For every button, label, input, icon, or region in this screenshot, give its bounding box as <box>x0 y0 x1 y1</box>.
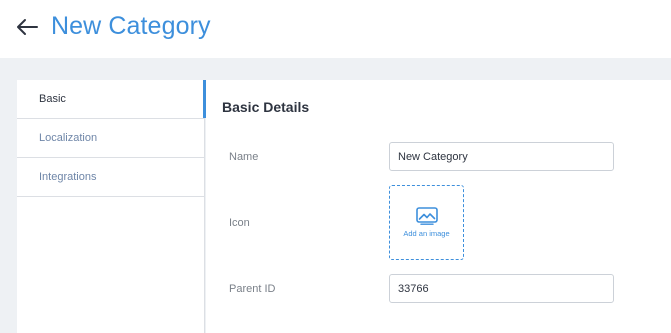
add-image-label: Add an image <box>403 229 450 238</box>
basic-details-panel: Basic Details Name Icon Add an image Par… <box>206 80 671 333</box>
parent-id-field[interactable] <box>389 274 614 303</box>
page-header: New Category <box>0 0 671 58</box>
add-image-button[interactable]: Add an image <box>389 185 464 260</box>
sidebar-item-localization[interactable]: Localization <box>17 119 205 158</box>
section-title: Basic Details <box>222 99 310 115</box>
page-title: New Category <box>51 12 211 40</box>
arrow-left-icon[interactable] <box>15 17 39 37</box>
name-label: Name <box>229 151 259 163</box>
sidebar-item-basic[interactable]: Basic <box>17 80 205 119</box>
icon-label: Icon <box>229 217 250 229</box>
sidebar-item-integrations[interactable]: Integrations <box>17 158 205 197</box>
parent-id-label: Parent ID <box>229 283 276 295</box>
sidebar-item-label: Integrations <box>39 171 97 183</box>
sidebar-item-label: Basic <box>39 93 66 105</box>
image-icon <box>416 207 438 225</box>
sidebar: Basic Localization Integrations <box>17 80 205 333</box>
sidebar-item-label: Localization <box>39 132 98 144</box>
name-field[interactable] <box>389 142 614 171</box>
